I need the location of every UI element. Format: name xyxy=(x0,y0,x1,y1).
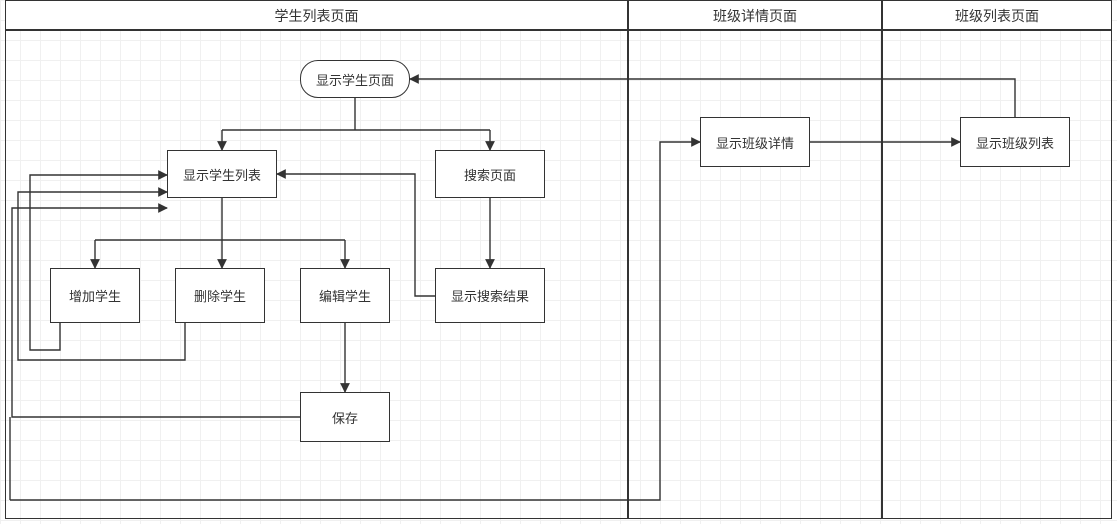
node-show-class-detail[interactable]: 显示班级详情 xyxy=(700,117,810,167)
lane-header-student-label: 学生列表页面 xyxy=(275,8,359,24)
lane-body-class-detail xyxy=(628,30,882,519)
lane-header-class-detail: 班级详情页面 xyxy=(628,0,882,30)
lane-header-student: 学生列表页面 xyxy=(5,0,628,30)
node-edit-student-label: 编辑学生 xyxy=(319,286,371,305)
lane-header-class-detail-label: 班级详情页面 xyxy=(713,8,797,24)
lane-header-class-list: 班级列表页面 xyxy=(882,0,1112,30)
node-search-page-label: 搜索页面 xyxy=(464,165,516,184)
node-show-search-result-label: 显示搜索结果 xyxy=(451,286,529,305)
node-show-search-result[interactable]: 显示搜索结果 xyxy=(435,268,545,323)
node-show-student-page[interactable]: 显示学生页面 xyxy=(300,60,410,98)
node-show-student-list[interactable]: 显示学生列表 xyxy=(167,150,277,198)
diagram-canvas: 学生列表页面 班级详情页面 班级列表页面 显示学生页面 显示学生列表 搜索页面 … xyxy=(0,0,1117,524)
node-edit-student[interactable]: 编辑学生 xyxy=(300,268,390,323)
node-show-class-list[interactable]: 显示班级列表 xyxy=(960,117,1070,167)
node-delete-student[interactable]: 删除学生 xyxy=(175,268,265,323)
node-save[interactable]: 保存 xyxy=(300,392,390,442)
lane-body-class-list xyxy=(882,30,1112,519)
lane-header-class-list-label: 班级列表页面 xyxy=(955,8,1039,24)
node-delete-student-label: 删除学生 xyxy=(194,286,246,305)
node-show-class-detail-label: 显示班级详情 xyxy=(716,133,794,152)
node-show-student-page-label: 显示学生页面 xyxy=(316,70,394,89)
node-show-class-list-label: 显示班级列表 xyxy=(976,133,1054,152)
node-add-student[interactable]: 增加学生 xyxy=(50,268,140,323)
node-search-page[interactable]: 搜索页面 xyxy=(435,150,545,198)
node-add-student-label: 增加学生 xyxy=(69,286,121,305)
node-show-student-list-label: 显示学生列表 xyxy=(183,165,261,184)
edges-layer xyxy=(0,0,1117,524)
node-save-label: 保存 xyxy=(332,408,358,427)
